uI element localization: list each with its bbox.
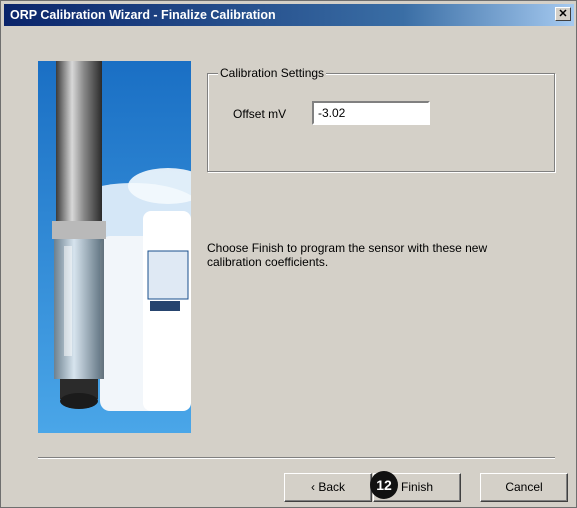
wizard-dialog: ORP Calibration Wizard - Finalize Calibr… bbox=[0, 0, 577, 508]
title-bar: ORP Calibration Wizard - Finalize Calibr… bbox=[4, 4, 574, 26]
button-divider bbox=[38, 457, 555, 459]
wizard-side-image bbox=[38, 61, 191, 433]
step-callout-badge: 12 bbox=[370, 471, 398, 499]
window-title: ORP Calibration Wizard - Finalize Calibr… bbox=[10, 8, 276, 22]
back-button[interactable]: ‹ Back bbox=[284, 473, 372, 502]
offset-label: Offset mV bbox=[233, 107, 287, 121]
group-legend: Calibration Settings bbox=[218, 66, 327, 80]
offset-mv-input[interactable] bbox=[312, 101, 430, 125]
instruction-text: Choose Finish to program the sensor with… bbox=[207, 241, 488, 269]
sensor-photo-illustration bbox=[38, 61, 191, 433]
close-icon: ✕ bbox=[558, 8, 568, 20]
close-button[interactable]: ✕ bbox=[555, 7, 571, 21]
calibration-settings-group: Calibration Settings Offset mV bbox=[207, 66, 555, 172]
cancel-button[interactable]: Cancel bbox=[480, 473, 568, 502]
